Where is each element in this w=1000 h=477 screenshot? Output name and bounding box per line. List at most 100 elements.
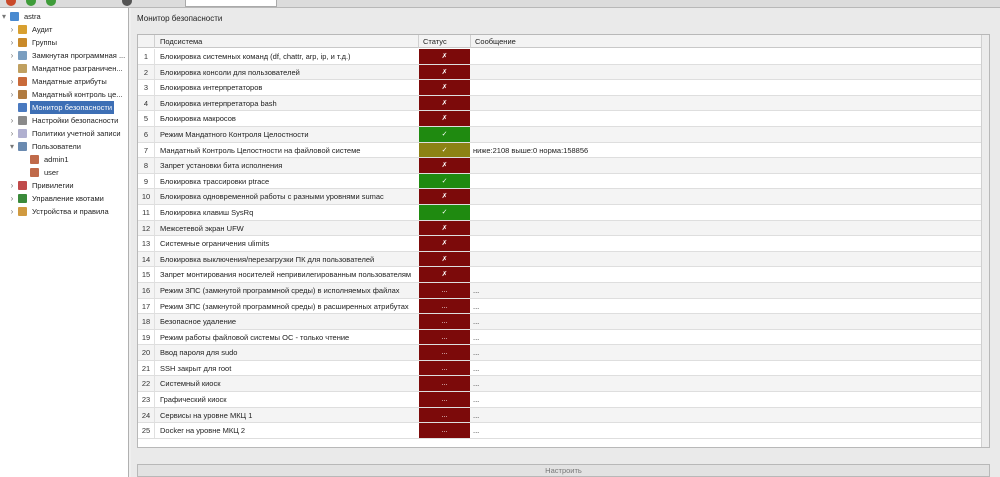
table-row[interactable]: 22 Системный киоск...... <box>138 376 989 393</box>
message-cell <box>473 221 983 236</box>
table-row[interactable]: 11 Блокировка клавиш SysRq ✓ <box>138 204 989 221</box>
chevron-right-icon[interactable]: › <box>8 88 16 101</box>
devices-icon <box>18 207 27 216</box>
tree-item[interactable]: ▾ Пользователи <box>8 140 83 153</box>
subsystem-cell: Блокировка выключения/перезагрузки ПК дл… <box>160 254 375 264</box>
table-row[interactable]: 23 Графический киоск...... <box>138 392 989 408</box>
row-number: 18 <box>138 314 155 329</box>
status-badge: ✓ <box>419 126 470 142</box>
table-row[interactable]: 6 Режим Мандатного Контроля Целостности ✓ <box>138 126 989 143</box>
subsystem-cell: Режим ЗПС (замкнутой программной среды) … <box>160 301 409 311</box>
chevron-right-icon[interactable]: › <box>8 36 16 49</box>
table-row[interactable]: 21 SSH закрыт для root...... <box>138 360 989 377</box>
row-number: 4 <box>138 95 155 111</box>
table-row[interactable]: 4 Блокировка интерпретатора bash ✗ <box>138 95 989 112</box>
row-number: 8 <box>138 158 155 173</box>
tree-item[interactable]: › Аудит <box>8 23 54 36</box>
table-row[interactable]: 7 Мандатный Контроль Целостности на файло… <box>138 142 989 159</box>
chevron-right-icon[interactable]: › <box>8 75 16 88</box>
column-subsystem[interactable]: Подсистема <box>156 35 419 48</box>
subsystem-cell: Запрет установки бита исполнения <box>160 161 283 171</box>
quotas-icon <box>18 194 27 203</box>
toolbar-field[interactable] <box>185 0 277 7</box>
chevron-right-icon[interactable]: › <box>8 205 16 218</box>
message-cell <box>473 111 983 126</box>
column-status[interactable]: Статус <box>419 35 471 48</box>
row-number: 16 <box>138 282 155 298</box>
table-row[interactable]: 16 Режим ЗПС (замкнутой программной среды… <box>138 282 989 299</box>
column-message[interactable]: Сообщение <box>471 35 983 48</box>
table-row[interactable]: 12 Межсетевой экран UFW ✗ <box>138 220 989 237</box>
security-settings-icon <box>18 116 27 125</box>
table-row[interactable]: 10 Блокировка одновременной работы с разн… <box>138 189 989 205</box>
row-number: 15 <box>138 267 155 282</box>
row-number: 1 <box>138 49 155 64</box>
tree-item[interactable]: › Настройки безопасности <box>8 114 120 127</box>
subsystem-cell: Блокировка системных команд (df, chattr,… <box>160 52 351 61</box>
tree-item[interactable]: › Мандатный контроль це... <box>8 88 125 101</box>
tree-item-label: Мандатное разграничен... <box>32 64 123 73</box>
tree-root-label: astra <box>24 12 41 21</box>
status-badge: ✗ <box>419 251 470 267</box>
tree-item[interactable]: › Замкнутая программная ... <box>8 49 127 62</box>
row-number: 24 <box>138 407 155 423</box>
tree-item[interactable]: › Управление квотами <box>8 192 106 205</box>
row-number: 14 <box>138 251 155 267</box>
subsystem-cell: Режим Мандатного Контроля Целостности <box>160 129 309 139</box>
table-row[interactable]: 18 Безопасное удаление...... <box>138 314 989 330</box>
tree-item[interactable]: › Политики учетной записи <box>8 127 123 140</box>
table-row[interactable]: 8 Запрет установки бита исполнения ✗ <box>138 158 989 174</box>
chevron-right-icon[interactable]: › <box>8 23 16 36</box>
table-row[interactable]: 9 Блокировка трассировки ptrace ✓ <box>138 173 989 190</box>
status-badge: ✗ <box>419 95 470 111</box>
refresh-icon[interactable] <box>26 0 36 6</box>
table-row[interactable]: 25 Docker на уровне МКЦ 2...... <box>138 423 989 439</box>
tree-item-label: Замкнутая программная ... <box>32 51 126 60</box>
chevron-right-icon[interactable]: › <box>8 49 16 62</box>
configure-button[interactable]: Настроить <box>137 464 990 477</box>
table-row[interactable]: 20 Ввод пароля для sudo...... <box>138 345 989 361</box>
subsystem-cell: Запрет монтирования носителей непривилег… <box>160 270 412 280</box>
table-row[interactable]: 3 Блокировка интерпретаторов ✗ <box>138 80 989 96</box>
table-row[interactable]: 5 Блокировка макросов ✗ <box>138 111 989 127</box>
chevron-right-icon[interactable]: › <box>8 114 16 127</box>
table-row[interactable]: 17 Режим ЗПС (замкнутой программной среды… <box>138 298 989 315</box>
table-row[interactable]: 1 Блокировка системных команд (df, chattr… <box>138 49 989 65</box>
scrollbar[interactable] <box>981 35 989 447</box>
tree-item[interactable]: › Группы <box>8 36 59 49</box>
column-index <box>138 35 155 48</box>
chevron-down-icon[interactable]: ▾ <box>8 140 16 153</box>
chevron-down-icon[interactable]: ▾ <box>0 10 8 23</box>
tree-item[interactable]: › Привилегии <box>8 179 76 192</box>
chevron-right-icon[interactable]: › <box>8 127 16 140</box>
tree-item-label: Настройки безопасности <box>32 116 119 125</box>
table-row[interactable]: 24 Сервисы на уровне МКЦ 1...... <box>138 407 989 424</box>
back-icon[interactable] <box>46 0 56 6</box>
tree-item[interactable]: Мандатное разграничен... <box>8 62 125 75</box>
status-badge: ✗ <box>419 64 470 80</box>
subsystem-cell: Безопасное удаление <box>160 317 237 327</box>
tree-root-astra[interactable]: ▾ astra <box>0 10 43 23</box>
tree-item[interactable]: admin1 <box>20 153 71 166</box>
chevron-right-icon[interactable]: › <box>8 192 16 205</box>
table-row[interactable]: 13 Системные ограничения ulimits ✗ <box>138 236 989 252</box>
message-cell <box>473 205 983 220</box>
tree-item[interactable]: › Мандатные атрибуты <box>8 75 109 88</box>
subsystem-cell: Блокировка консоли для пользователей <box>160 67 300 77</box>
mandatory-attr-icon <box>18 77 27 86</box>
record-icon[interactable] <box>6 0 16 6</box>
chevron-right-icon[interactable]: › <box>8 179 16 192</box>
tree-item[interactable]: Монитор безопасности <box>8 101 115 114</box>
row-number: 25 <box>138 423 155 438</box>
subsystem-cell: Ввод пароля для sudo <box>160 348 238 358</box>
tree-item[interactable]: › Устройства и правила <box>8 205 111 218</box>
stop-icon[interactable] <box>122 0 132 6</box>
status-badge: ... <box>419 392 470 407</box>
tree-item[interactable]: user <box>20 166 61 179</box>
table-row[interactable]: 19 Режим работы файловой системы ОС - тол… <box>138 329 989 346</box>
table-row[interactable]: 14 Блокировка выключения/перезагрузки ПК … <box>138 251 989 268</box>
tree-item-label: admin1 <box>44 155 69 164</box>
table-row[interactable]: 15 Запрет монтирования носителей непривил… <box>138 267 989 283</box>
table-row[interactable]: 2 Блокировка консоли для пользователей ✗ <box>138 64 989 81</box>
message-cell <box>473 267 983 282</box>
